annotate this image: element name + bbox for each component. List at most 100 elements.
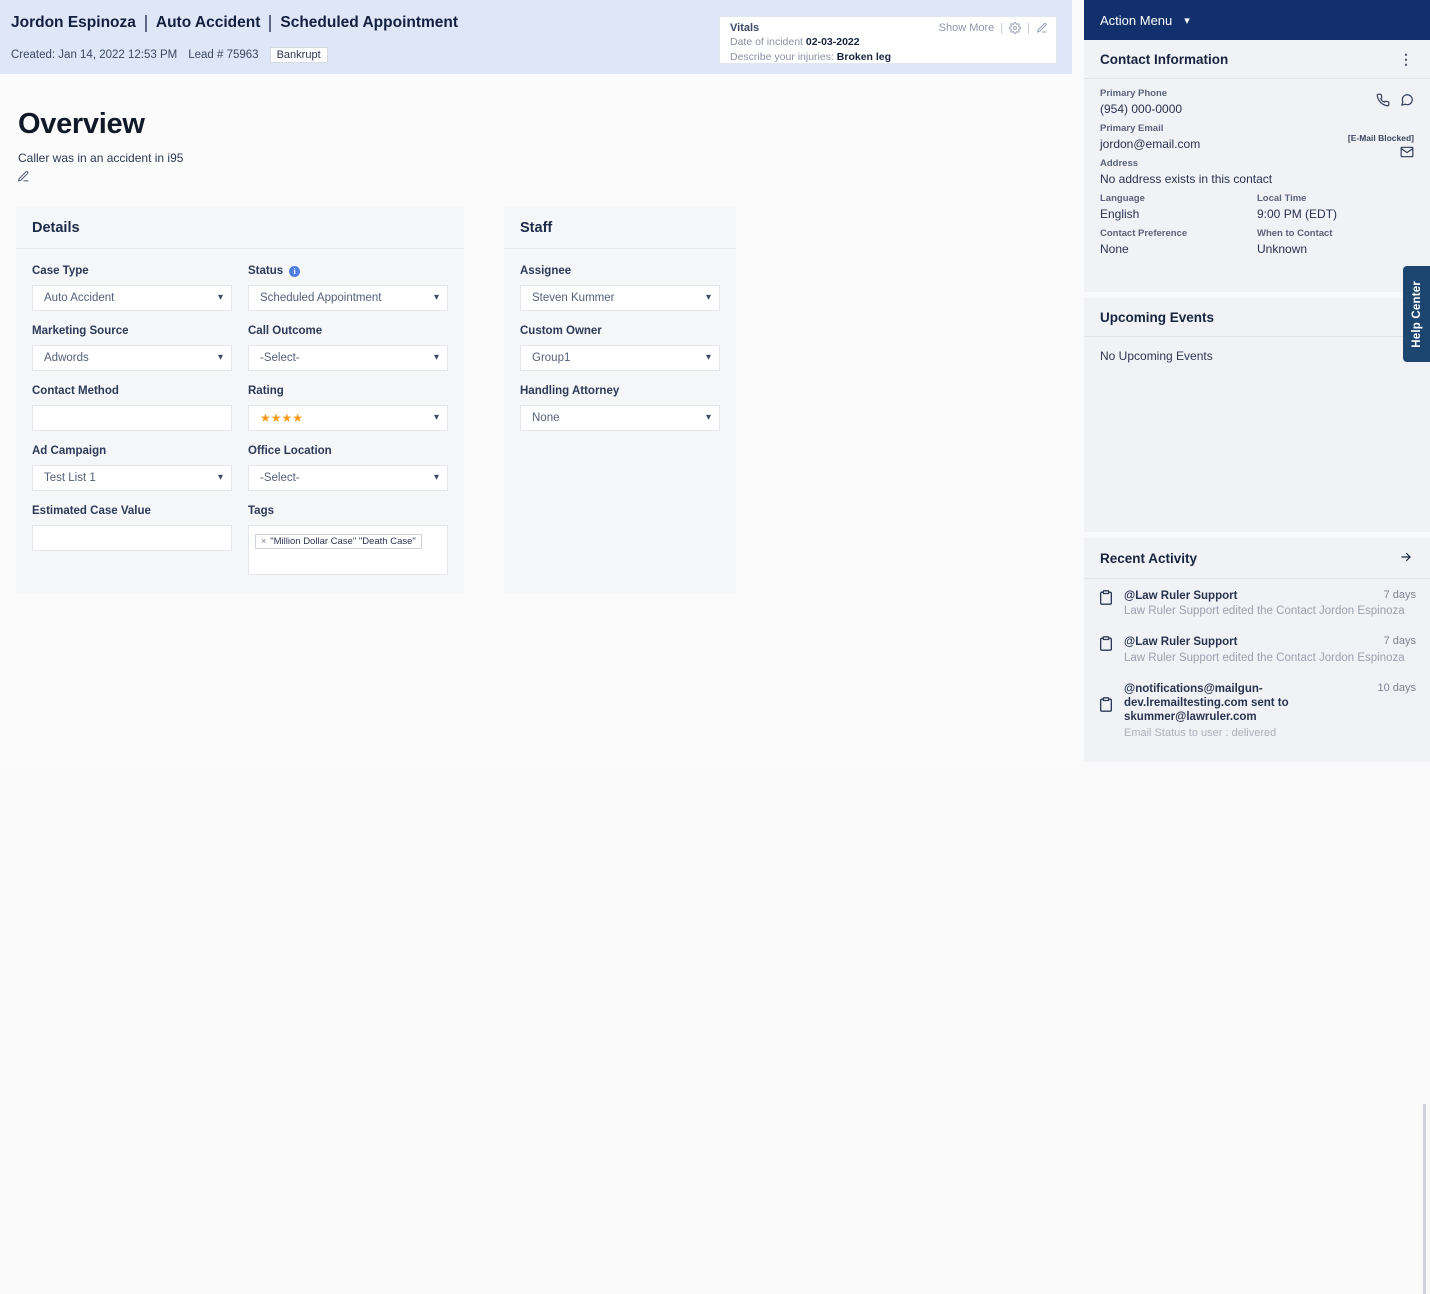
vitals-actions: Show More | | bbox=[939, 22, 1048, 34]
field-marketing-source: Marketing Source Adwords ▾ bbox=[32, 325, 232, 371]
activity-status: Email Status to user : delivered bbox=[1124, 727, 1416, 739]
field-label: Status i bbox=[248, 265, 448, 277]
field-value: Steven Kummer bbox=[532, 292, 614, 304]
details-card-title: Details bbox=[16, 206, 464, 249]
field-label: Marketing Source bbox=[32, 325, 232, 337]
field-value: Scheduled Appointment bbox=[260, 292, 381, 304]
tags-input[interactable]: × "Million Dollar Case" "Death Case" bbox=[248, 525, 448, 575]
field-label: Custom Owner bbox=[520, 325, 720, 337]
field-ad-campaign: Ad Campaign Test List 1 ▾ bbox=[32, 445, 232, 491]
page-title: Overview bbox=[18, 108, 145, 141]
rating-stars: ★★★★ bbox=[260, 411, 303, 425]
tag-chip-label: "Million Dollar Case" "Death Case" bbox=[270, 536, 416, 547]
field-label: Contact Method bbox=[32, 385, 232, 397]
action-menu-label: Action Menu bbox=[1100, 13, 1172, 28]
field-label: Ad Campaign bbox=[32, 445, 232, 457]
primary-phone-value: (954) 000-0000 bbox=[1100, 102, 1414, 116]
send-email-icon[interactable] bbox=[1400, 145, 1414, 164]
call-phone-icon[interactable] bbox=[1376, 93, 1390, 107]
info-icon[interactable]: i bbox=[289, 266, 300, 277]
activity-actor: @Law Ruler Support bbox=[1124, 589, 1237, 603]
breadcrumb-contact-name[interactable]: Jordon Espinoza bbox=[11, 14, 145, 32]
upcoming-events-empty: No Upcoming Events bbox=[1084, 337, 1430, 375]
open-activity-arrow-icon[interactable] bbox=[1398, 550, 1414, 567]
activity-item[interactable]: @notifications@mailgun-dev.lremailtestin… bbox=[1084, 672, 1430, 745]
field-value: -Select- bbox=[260, 352, 300, 364]
upcoming-events-header: Upcoming Events bbox=[1084, 298, 1430, 337]
field-label: Estimated Case Value bbox=[32, 505, 232, 517]
tag-chip[interactable]: × "Million Dollar Case" "Death Case" bbox=[255, 534, 422, 549]
vitals-panel: Vitals Show More | | bbox=[719, 16, 1057, 64]
estimated-case-value-input[interactable] bbox=[32, 525, 232, 551]
local-time-label: Local Time bbox=[1257, 193, 1414, 204]
remove-tag-icon[interactable]: × bbox=[261, 536, 266, 546]
status-select[interactable]: Scheduled Appointment ▾ bbox=[248, 285, 448, 311]
gear-icon[interactable] bbox=[1009, 22, 1021, 34]
help-center-tab[interactable]: Help Center bbox=[1403, 266, 1430, 362]
field-office-location: Office Location -Select- ▾ bbox=[248, 445, 448, 491]
language-value: English bbox=[1100, 207, 1257, 221]
rating-select[interactable]: ★★★★ ▾ bbox=[248, 405, 448, 431]
edit-overview-pencil-icon[interactable] bbox=[17, 170, 30, 188]
contact-method-input[interactable] bbox=[32, 405, 232, 431]
assignee-select[interactable]: Steven Kummer ▾ bbox=[520, 285, 720, 311]
handling-attorney-select[interactable]: None ▾ bbox=[520, 405, 720, 431]
breadcrumb: Jordon Espinoza Auto Accident Scheduled … bbox=[11, 14, 467, 32]
kebab-menu-icon[interactable]: ⋮ bbox=[1399, 55, 1414, 63]
lead-number: Lead # 75963 bbox=[188, 49, 258, 61]
details-card: Details Case Type Auto Accident ▾ Market… bbox=[16, 206, 464, 594]
breadcrumb-case-type[interactable]: Auto Accident bbox=[147, 14, 269, 32]
upcoming-events-title: Upcoming Events bbox=[1100, 310, 1214, 325]
vitals-injuries-label: Describe your injuries: bbox=[730, 51, 834, 63]
contact-information-body: Primary Phone (954) 000-0000 Primary Ema… bbox=[1084, 79, 1430, 266]
main-content: Jordon Espinoza Auto Accident Scheduled … bbox=[0, 0, 1080, 762]
chevron-down-icon: ▾ bbox=[434, 293, 439, 303]
staff-card: Staff Assignee Steven Kummer ▾ Custom Ow… bbox=[504, 206, 736, 594]
activity-item[interactable]: @Law Ruler Support 7 days Law Ruler Supp… bbox=[1084, 625, 1430, 671]
created-date: Created: Jan 14, 2022 12:53 PM bbox=[11, 49, 177, 61]
show-more-link[interactable]: Show More bbox=[939, 22, 995, 34]
preference-whencontact-row: Contact Preference None When to Contact … bbox=[1100, 228, 1414, 256]
address-value: No address exists in this contact bbox=[1100, 172, 1414, 186]
field-estimated-case-value: Estimated Case Value bbox=[32, 505, 232, 551]
field-tags: Tags × "Million Dollar Case" "Death Case… bbox=[248, 505, 448, 575]
action-menu-button[interactable]: Action Menu ▾ bbox=[1084, 0, 1430, 40]
field-rating: Rating ★★★★ ▾ bbox=[248, 385, 448, 431]
field-label: Call Outcome bbox=[248, 325, 448, 337]
status-badge[interactable]: Bankrupt bbox=[270, 47, 328, 63]
recent-activity-title: Recent Activity bbox=[1100, 551, 1197, 566]
vitals-injuries: Describe your injuries: Broken leg bbox=[730, 51, 1048, 64]
contact-information-title: Contact Information bbox=[1100, 52, 1228, 67]
pencil-icon[interactable] bbox=[1036, 22, 1048, 34]
email-blocked-label: [E-Mail Blocked] bbox=[1348, 133, 1414, 143]
field-label: Case Type bbox=[32, 265, 232, 277]
ad-campaign-select[interactable]: Test List 1 ▾ bbox=[32, 465, 232, 491]
clipboard-icon bbox=[1098, 589, 1114, 619]
sms-chat-icon[interactable] bbox=[1400, 93, 1414, 107]
activity-item[interactable]: @Law Ruler Support 7 days Law Ruler Supp… bbox=[1084, 579, 1430, 625]
address-label: Address bbox=[1100, 158, 1414, 169]
marketing-source-select[interactable]: Adwords ▾ bbox=[32, 345, 232, 371]
field-label: Assignee bbox=[520, 265, 720, 277]
activity-scrollbar[interactable] bbox=[1423, 1104, 1426, 1294]
case-type-select[interactable]: Auto Accident ▾ bbox=[32, 285, 232, 311]
chevron-down-icon: ▾ bbox=[218, 293, 223, 303]
vitals-incident-date-label: Date of incident bbox=[730, 36, 803, 48]
field-label: Handling Attorney bbox=[520, 385, 720, 397]
field-case-type: Case Type Auto Accident ▾ bbox=[32, 265, 232, 311]
breadcrumb-status[interactable]: Scheduled Appointment bbox=[271, 14, 467, 32]
field-label-text: Status bbox=[248, 265, 283, 277]
details-right-column: Status i Scheduled Appointment ▾ Call Ou… bbox=[248, 265, 448, 589]
activity-timestamp: 10 days bbox=[1377, 682, 1416, 694]
overview-note: Caller was in an accident in i95 bbox=[18, 151, 183, 165]
custom-owner-select[interactable]: Group1 ▾ bbox=[520, 345, 720, 371]
vitals-injuries-value: Broken leg bbox=[837, 51, 891, 63]
divider: | bbox=[1027, 22, 1030, 34]
staff-card-title: Staff bbox=[504, 206, 736, 249]
staff-column: Assignee Steven Kummer ▾ Custom Owner Gr… bbox=[520, 265, 720, 445]
contact-preference-label: Contact Preference bbox=[1100, 228, 1257, 239]
office-location-select[interactable]: -Select- ▾ bbox=[248, 465, 448, 491]
vitals-incident-date-value: 02-03-2022 bbox=[806, 36, 860, 48]
recent-activity-panel: Recent Activity @Law Ruler Support 7 day… bbox=[1084, 532, 1430, 762]
call-outcome-select[interactable]: -Select- ▾ bbox=[248, 345, 448, 371]
